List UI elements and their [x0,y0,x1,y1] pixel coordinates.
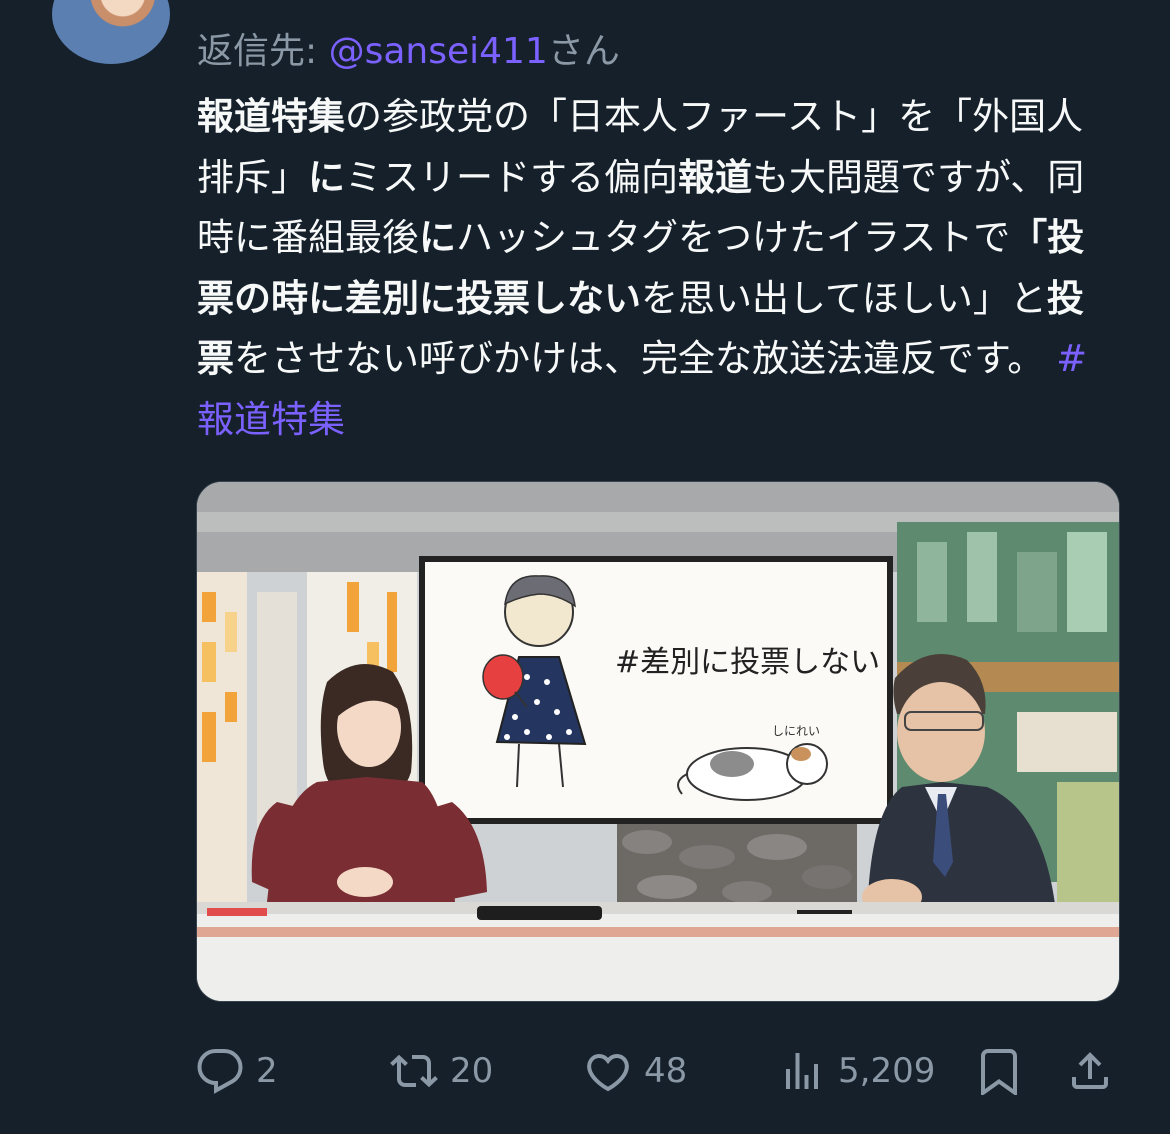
like-count: 48 [644,1051,688,1091]
reply-mention-link[interactable]: @sansei411 [329,31,548,72]
board-signature-text: しにれい [772,724,820,738]
tweet-text-segment: を思い出してほしい」と [641,276,1047,320]
views-count: 5,209 [838,1051,936,1091]
tweet-text-segment: ミスリードする偏向 [345,155,678,199]
bookmark-button[interactable] [975,1036,1023,1106]
avatar[interactable] [52,0,170,64]
like-button[interactable]: 48 [584,1036,687,1106]
tweet-text-segment: の参政党の「日本人ファースト」を [345,95,936,138]
tweet-media-image[interactable]: #差別に投票しない しにれい [196,481,1120,1002]
tweet-text-segment: 報道 [678,155,752,199]
retweet-count: 20 [450,1051,494,1091]
tweet-text-segment: 報道特集 [197,95,345,138]
reply-to-line: 返信先: @sansei411さん [197,22,620,74]
share-button[interactable] [1066,1036,1114,1106]
tweet-text-segment: に [308,155,345,199]
reply-icon [197,1049,243,1094]
retweet-button[interactable]: 20 [390,1036,493,1106]
tweet-action-bar: 2 20 48 5,209 [196,1036,1126,1106]
views-icon [786,1053,818,1089]
tv-studio-scene: #差別に投票しない しにれい [197,482,1119,1001]
tweet-text-segment: をさせない呼びかけは、完全な放送法違反です。 [234,337,1057,380]
reply-button[interactable]: 2 [196,1036,278,1106]
tweet-text-segment: に [419,216,456,259]
reply-to-suffix: さん [547,31,620,72]
share-icon [1072,1052,1108,1089]
reply-count: 2 [256,1051,278,1091]
retweet-icon [390,1054,438,1088]
tweet-text-segment: ハッシュタグをつけたイラストで [456,216,1011,259]
heart-icon [587,1053,629,1092]
views-button[interactable]: 5,209 [778,1036,935,1106]
bookmark-icon [981,1049,1017,1095]
tweet-text: 報道特集の参政党の「日本人ファースト」を「外国人排斥」にミスリードする偏向報道も… [197,87,1097,450]
reply-to-prefix: 返信先: [197,31,329,72]
board-hashtag-text: #差別に投票しない [615,645,880,680]
